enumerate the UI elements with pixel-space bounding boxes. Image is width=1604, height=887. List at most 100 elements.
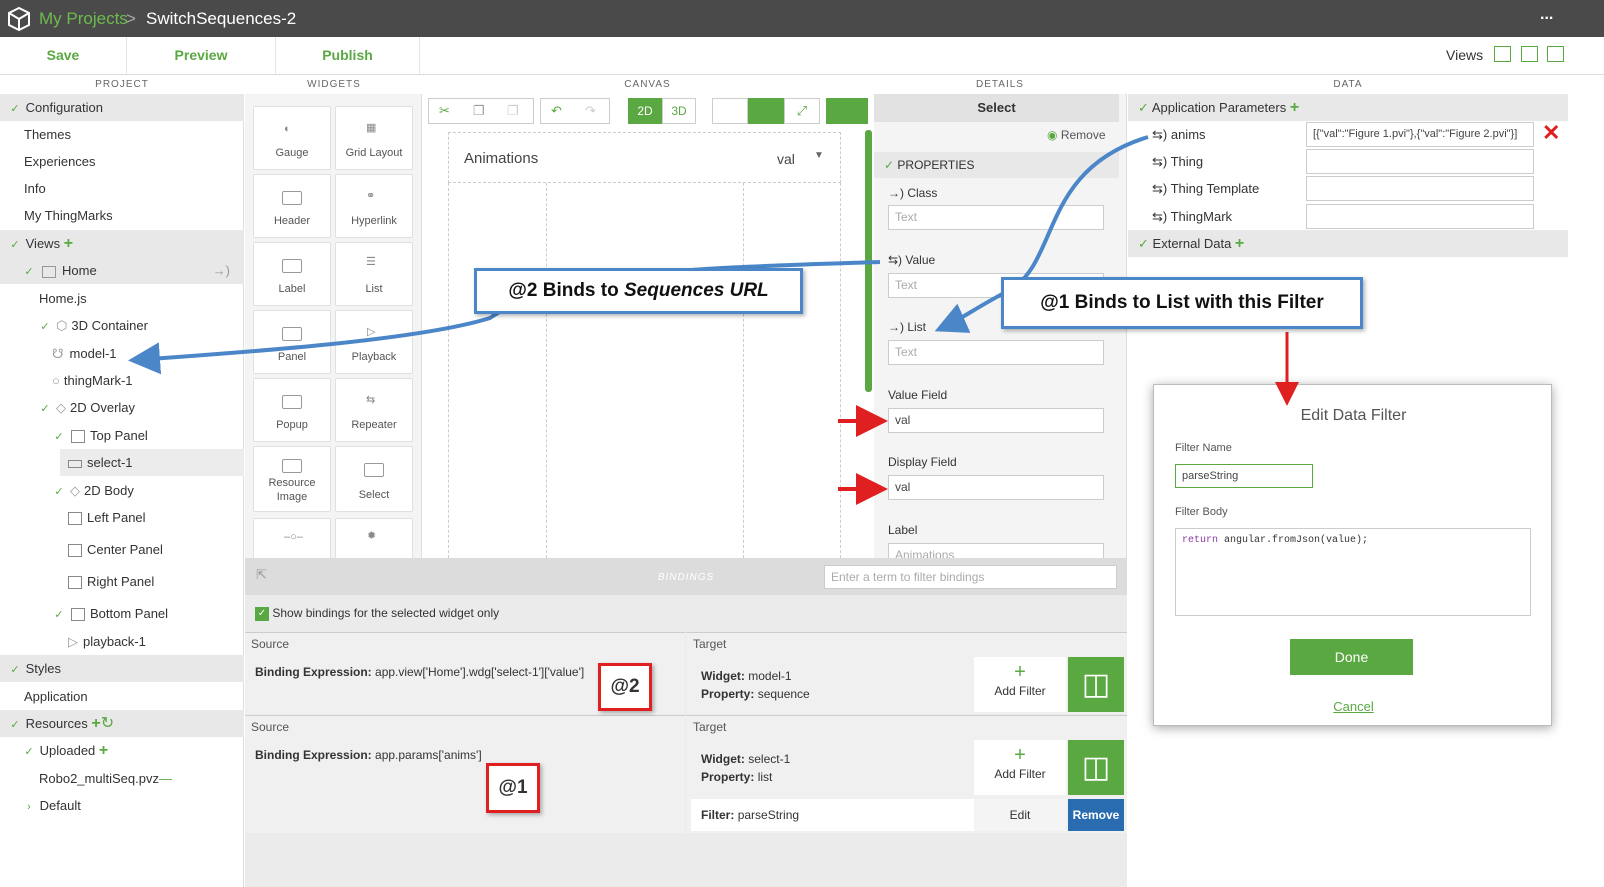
- thingmark-input[interactable]: [1306, 204, 1534, 229]
- tree-resources[interactable]: ✓ Resources +↻: [0, 710, 244, 737]
- preview-button[interactable]: Preview: [127, 37, 276, 74]
- display-field-input[interactable]: val: [888, 475, 1104, 500]
- tree-select-1[interactable]: select-1: [60, 449, 244, 476]
- tree-default[interactable]: › Default: [0, 792, 244, 819]
- widget-repeater[interactable]: Repeater ⇆: [335, 378, 413, 442]
- tree-experiences[interactable]: Experiences: [0, 148, 244, 175]
- app-params-header[interactable]: ✓ Application Parameters +: [1128, 94, 1568, 121]
- add-upload-icon[interactable]: +: [99, 742, 108, 759]
- edit-filter-button[interactable]: Edit: [974, 799, 1066, 831]
- widget-list[interactable]: List ☰: [335, 242, 413, 306]
- widget-header[interactable]: Header: [253, 174, 331, 238]
- cut-icon[interactable]: ✂: [439, 103, 450, 119]
- widget-grid-layout[interactable]: Grid Layout ▦: [335, 106, 413, 170]
- delete-param-icon[interactable]: ✕: [1542, 120, 1560, 146]
- binding-1-add-filter-button[interactable]: + Add Filter: [974, 657, 1066, 712]
- widget-panel[interactable]: Panel: [253, 310, 331, 374]
- tree-left-panel[interactable]: Left Panel: [0, 504, 244, 531]
- tree-themes[interactable]: Themes: [0, 121, 244, 148]
- list-input[interactable]: Text: [888, 340, 1104, 365]
- remove-filter-button[interactable]: Remove: [1068, 799, 1124, 831]
- layout-bottom-icon[interactable]: [1521, 46, 1538, 62]
- add-view-icon[interactable]: +: [64, 235, 73, 252]
- widget-select[interactable]: Select: [335, 446, 413, 512]
- tree-views[interactable]: ✓ Views +: [0, 230, 244, 257]
- tree-configuration[interactable]: ✓ Configuration: [0, 94, 244, 121]
- mode-2d-button[interactable]: 2D: [628, 98, 662, 124]
- redo-icon[interactable]: ↷: [585, 103, 596, 119]
- tree-model-1[interactable]: ☋ model-1: [0, 340, 244, 367]
- canvas-scrollbar[interactable]: [865, 130, 872, 392]
- filter-body-editor[interactable]: return angular.fromJson(value);: [1175, 528, 1531, 616]
- select-widget-preview[interactable]: Animations val ▼: [448, 132, 841, 183]
- remove-resource-icon[interactable]: —: [159, 771, 172, 786]
- filter-name-input[interactable]: parseString: [1175, 464, 1313, 488]
- tree-top-panel[interactable]: ✓ Top Panel: [0, 422, 244, 449]
- value-field-input[interactable]: val: [888, 408, 1104, 433]
- mode-3d-button[interactable]: 3D: [662, 98, 696, 124]
- widget-playback[interactable]: Playback ▷: [335, 310, 413, 374]
- widget-gauge[interactable]: Gauge ◐: [253, 106, 331, 170]
- layout-right-icon[interactable]: [1547, 46, 1564, 62]
- param-thing[interactable]: ⇆) Thing: [1152, 154, 1203, 170]
- tree-center-panel[interactable]: Center Panel: [0, 536, 244, 563]
- tree-3d-container[interactable]: ✓ ⬡ 3D Container: [0, 312, 244, 339]
- vuforia-logo-icon[interactable]: [8, 7, 30, 31]
- bindings-search-input[interactable]: Enter a term to filter bindings: [824, 565, 1117, 589]
- done-button[interactable]: Done: [1290, 639, 1413, 675]
- save-button[interactable]: Save: [0, 37, 127, 74]
- undo-icon[interactable]: ↶: [551, 103, 562, 119]
- tree-right-panel[interactable]: Right Panel: [0, 568, 244, 595]
- param-thing-template[interactable]: ⇆) Thing Template: [1152, 181, 1259, 197]
- publish-button[interactable]: Publish: [276, 37, 420, 74]
- tree-pvz-file[interactable]: Robo2_multiSeq.pvz—: [0, 765, 244, 792]
- thing-template-input[interactable]: [1306, 176, 1534, 201]
- binding-1-delete-button[interactable]: ◫: [1068, 657, 1124, 712]
- add-param-icon[interactable]: +: [1290, 99, 1299, 116]
- label-input[interactable]: Animations: [888, 543, 1104, 558]
- widget-hyperlink[interactable]: Hyperlink ⚭: [335, 174, 413, 238]
- tree-application[interactable]: Application: [0, 683, 244, 710]
- binding-2-delete-button[interactable]: ◫: [1068, 740, 1124, 795]
- remove-widget-button[interactable]: ◉ Remove: [1047, 128, 1106, 142]
- properties-header[interactable]: ✓ PROPERTIES: [874, 152, 1119, 178]
- widget-slider[interactable]: –○–: [253, 518, 331, 558]
- expand-icon[interactable]: ⤢: [784, 98, 820, 124]
- portrait-icon[interactable]: [712, 98, 748, 124]
- tree-thingmark-1[interactable]: ○ thingMark-1: [0, 367, 244, 394]
- more-menu-icon[interactable]: ...: [1540, 6, 1553, 24]
- widget-spinner[interactable]: ✹: [335, 518, 413, 558]
- navigate-icon[interactable]: →): [213, 257, 230, 284]
- tree-2d-overlay[interactable]: ✓ ◇ 2D Overlay: [0, 394, 244, 421]
- tree-playback-1[interactable]: ▷ playback-1: [0, 628, 244, 655]
- widget-resource-image[interactable]: Resource Image: [253, 446, 331, 512]
- binding-2-add-filter-button[interactable]: + Add Filter: [974, 740, 1066, 795]
- param-anims[interactable]: ⇆) anims: [1152, 127, 1206, 143]
- breadcrumb-my-projects[interactable]: My Projects: [39, 9, 128, 29]
- external-data-header[interactable]: ✓ External Data +: [1128, 230, 1568, 257]
- anims-value-input[interactable]: [{"val":"Figure 1.pvi"},{"val":"Figure 2…: [1306, 122, 1534, 147]
- image-view-icon[interactable]: [826, 98, 868, 124]
- layout-left-icon[interactable]: [1494, 46, 1511, 62]
- tree-home-js[interactable]: Home.js: [0, 285, 244, 312]
- refresh-icon[interactable]: ↻: [101, 715, 114, 732]
- tree-info[interactable]: Info: [0, 175, 244, 202]
- cancel-link[interactable]: Cancel: [1154, 699, 1553, 714]
- class-input[interactable]: Text: [888, 205, 1104, 230]
- add-resource-icon[interactable]: +: [91, 715, 100, 732]
- tree-styles[interactable]: ✓ Styles: [0, 655, 244, 682]
- param-thingmark[interactable]: ⇆) ThingMark: [1152, 209, 1232, 225]
- phone-icon[interactable]: [748, 98, 784, 124]
- copy-icon[interactable]: ❐: [473, 103, 485, 119]
- thing-input[interactable]: [1306, 149, 1534, 174]
- add-external-icon[interactable]: +: [1235, 235, 1244, 252]
- paste-icon[interactable]: ❐: [507, 103, 519, 119]
- tree-bottom-panel[interactable]: ✓ Bottom Panel: [0, 600, 244, 627]
- show-selected-checkbox[interactable]: ✓ Show bindings for the selected widget …: [255, 606, 499, 621]
- tree-home[interactable]: ✓ Home →): [0, 257, 244, 284]
- widget-label[interactable]: Label: [253, 242, 331, 306]
- tree-uploaded[interactable]: ✓ Uploaded +: [0, 737, 244, 764]
- tree-2d-body[interactable]: ✓ ◇ 2D Body: [0, 477, 244, 504]
- tree-my-thingmarks[interactable]: My ThingMarks: [0, 202, 244, 229]
- widget-popup[interactable]: Popup: [253, 378, 331, 442]
